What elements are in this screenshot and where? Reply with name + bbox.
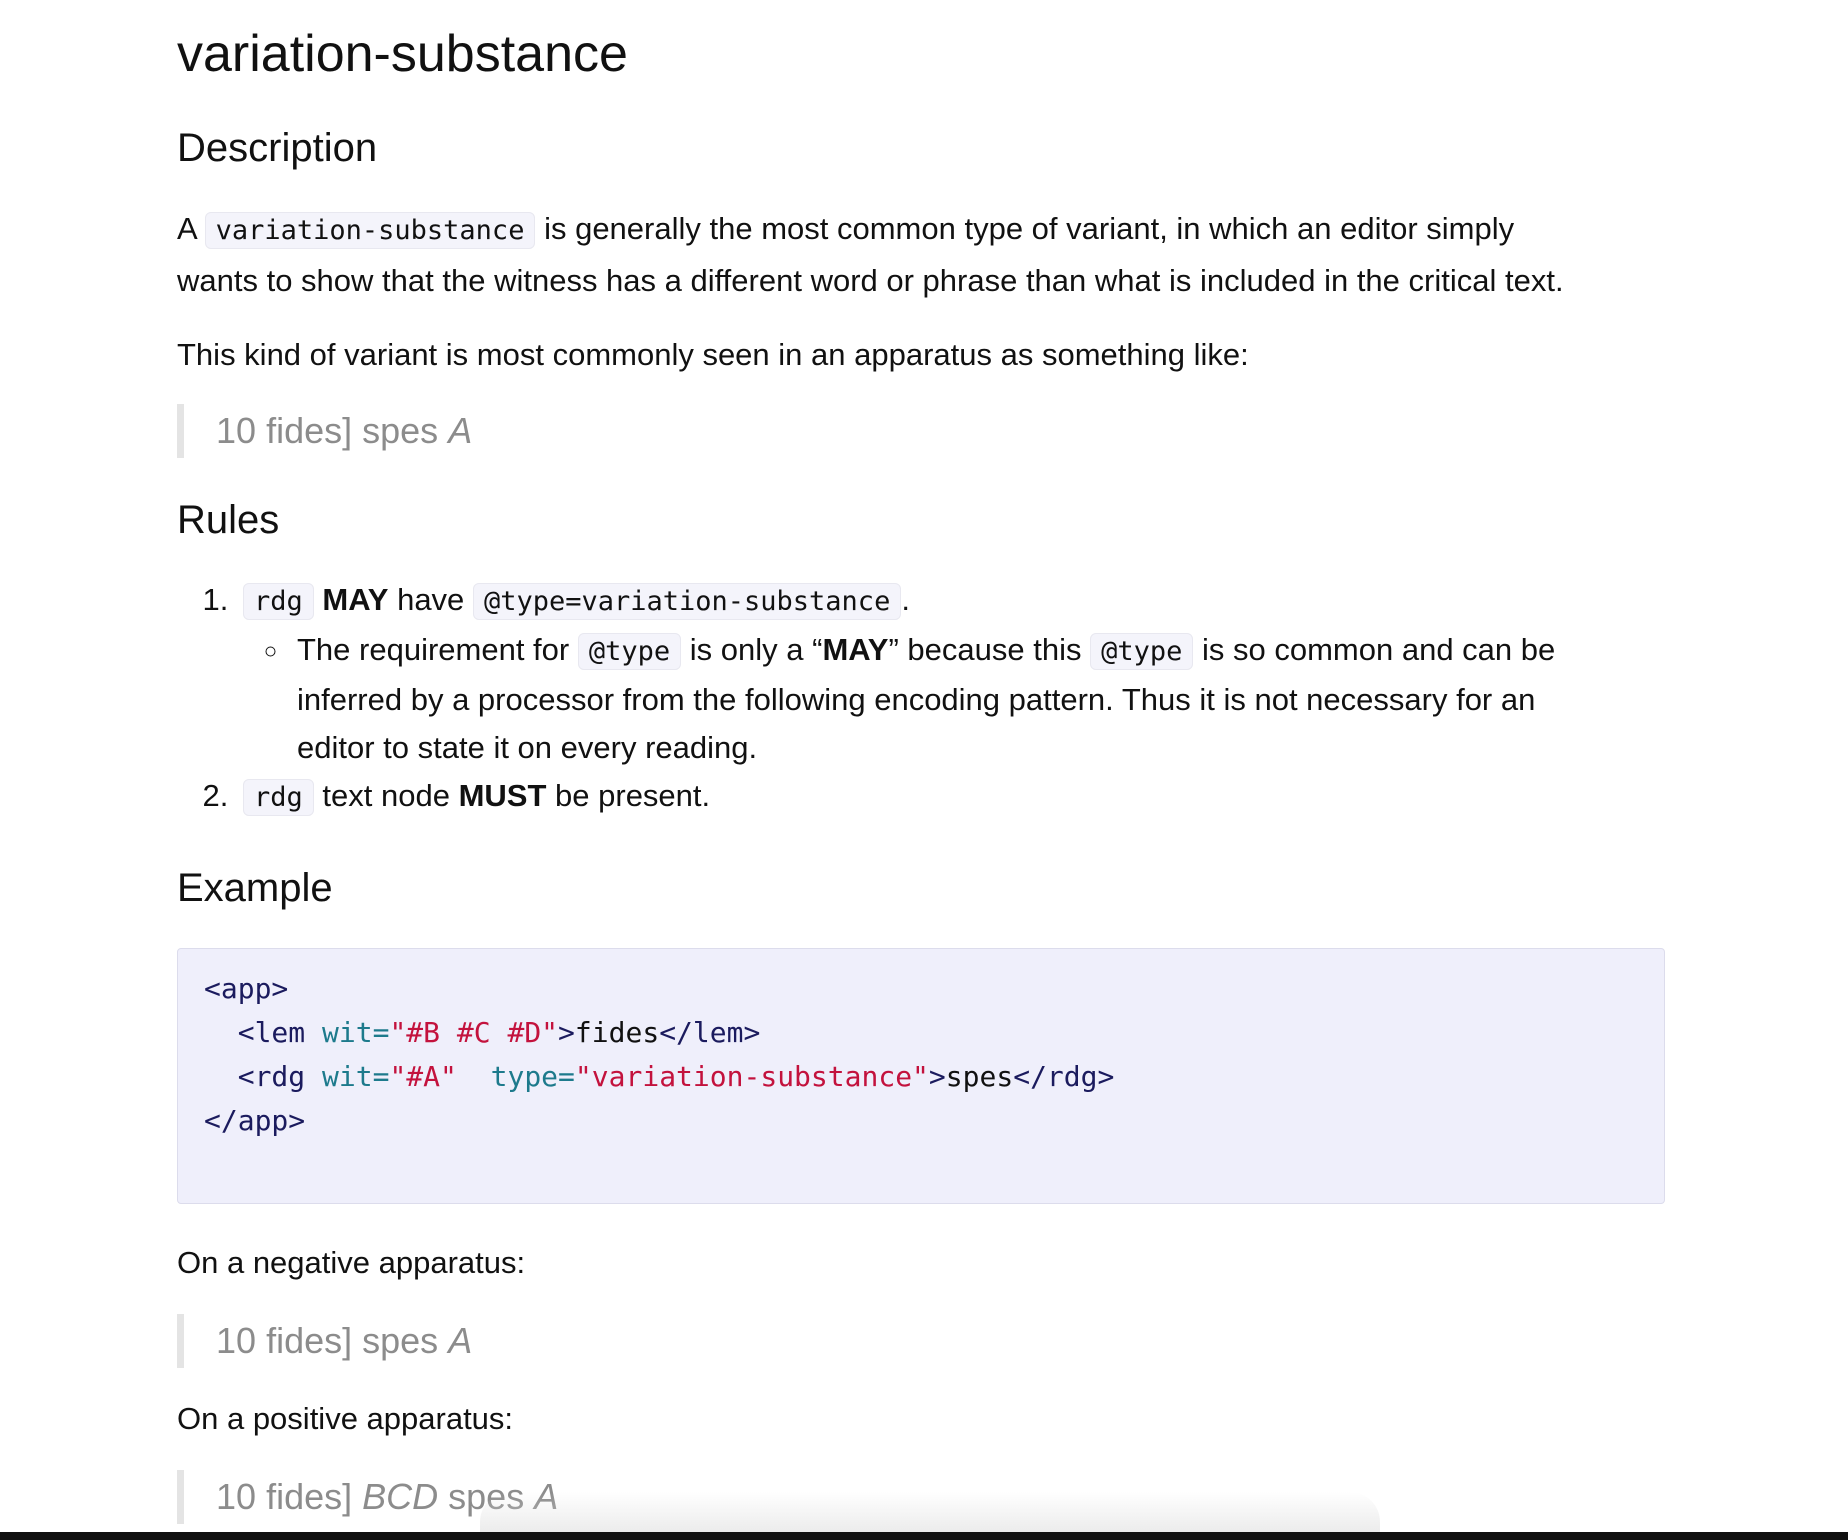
rule-1-period: . — [901, 582, 910, 617]
rdg-open-close: > — [928, 1060, 946, 1093]
rule-1-note: The requirement for @type is only a “MAY… — [291, 626, 1667, 772]
lem-open-tag: <lem — [204, 1016, 306, 1049]
rdg-open-tag: <rdg — [204, 1060, 306, 1093]
quote-reading: spes — [362, 410, 439, 451]
rules-heading: Rules — [177, 498, 280, 542]
quote-lemma: fides] — [266, 410, 353, 451]
pos-line-number: 10 — [216, 1476, 257, 1517]
document-content: variation-substance Description A variat… — [177, 0, 1667, 1524]
quote-siglum: A — [448, 410, 473, 451]
lem-wit-attr: wit= — [322, 1016, 390, 1049]
negative-apparatus-quote: 10 fides] spes A — [177, 1314, 1667, 1368]
rdg-wit-value: "#A" — [389, 1060, 457, 1093]
rule-1-sublist: The requirement for @type is only a “MAY… — [243, 626, 1667, 772]
rule-2-post: be present. — [555, 778, 711, 813]
page-title: variation-substance — [177, 25, 628, 83]
example-heading: Example — [177, 866, 333, 910]
lem-text: fides — [574, 1016, 660, 1049]
lem-open-close: > — [558, 1016, 575, 1049]
code-line-4: </app> — [204, 1104, 306, 1137]
rules-list: rdg MAY have @type=variation-substance. … — [177, 576, 1667, 822]
note-mid1: is only a “ — [689, 632, 823, 667]
type-code-2: @type — [1090, 633, 1194, 670]
rule-item-1: rdg MAY have @type=variation-substance. … — [237, 576, 1667, 772]
neg-lemma: fides] — [266, 1320, 353, 1361]
type-code: @type — [577, 633, 682, 670]
note-line3: editor to state it on every reading. — [297, 730, 758, 765]
example-code-block: <app> <lem wit="#B #C #D">fides</lem> <r… — [177, 948, 1665, 1204]
rdg-type-attr: type= — [490, 1060, 575, 1093]
pos-witnesses: BCD — [362, 1476, 439, 1517]
rule-2-pre: text node — [322, 778, 450, 813]
note-line2: inferred by a processor from the followi… — [297, 682, 1536, 717]
rdg-wit-attr: wit= — [322, 1060, 390, 1093]
quote-line-number: 10 — [216, 410, 257, 451]
description-line2: wants to show that the witness has a dif… — [177, 263, 1564, 298]
code-line-1: <app> — [204, 972, 289, 1005]
rdg-code-2: rdg — [243, 779, 314, 816]
description-pre: A — [177, 211, 196, 246]
lem-wit-value: "#B #C #D" — [389, 1016, 559, 1049]
neg-reading: spes — [362, 1320, 439, 1361]
rdg-text: spes — [945, 1060, 1014, 1093]
rule-item-2: rdg text node MUST be present. — [237, 772, 1667, 822]
pos-lemma: fides] — [266, 1476, 353, 1517]
description-paragraph: A variation-substance is generally the m… — [177, 204, 1667, 306]
apparatus-intro: This kind of variant is most commonly se… — [177, 337, 1249, 372]
positive-apparatus-label: On a positive apparatus: — [177, 1401, 514, 1436]
rule-1-keyword: MAY — [322, 582, 389, 617]
window-bottom-edge — [0, 1532, 1848, 1540]
rule-1-text: have — [397, 582, 465, 617]
scroll-shadow — [480, 1492, 1380, 1532]
neg-line-number: 10 — [216, 1320, 257, 1361]
description-heading: Description — [177, 126, 378, 170]
note-post: is so common and can be — [1202, 632, 1556, 667]
rdg-type-value: "variation-substance" — [574, 1060, 929, 1093]
description-line1: is generally the most common type of var… — [544, 211, 1515, 246]
neg-siglum: A — [448, 1320, 473, 1361]
rdg-code: rdg — [243, 583, 314, 620]
negative-apparatus-label: On a negative apparatus: — [177, 1245, 526, 1280]
rdg-end-tag: </rdg> — [1013, 1060, 1115, 1093]
lem-end-tag: </lem> — [659, 1016, 761, 1049]
note-keyword: MAY — [822, 632, 889, 667]
note-pre: The requirement for — [297, 632, 570, 667]
rule-2-keyword: MUST — [458, 778, 547, 813]
type-attribute-code: @type=variation-substance — [472, 583, 902, 620]
apparatus-example-quote: 10 fides] spes A — [177, 404, 1667, 458]
note-mid2: ” because this — [888, 632, 1082, 667]
variation-substance-code: variation-substance — [204, 212, 536, 249]
